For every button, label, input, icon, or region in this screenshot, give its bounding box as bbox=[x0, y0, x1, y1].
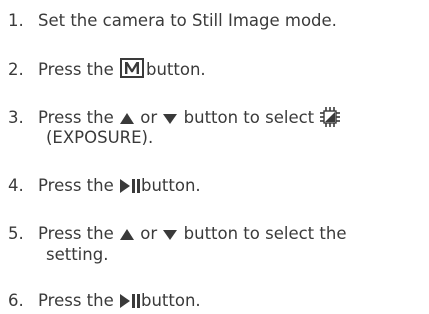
step-number: 5. bbox=[8, 224, 24, 243]
step-number: 1. bbox=[8, 11, 24, 30]
step-3: 3. Press the or button to select (EXPOSUR… bbox=[8, 106, 426, 147]
play-pause-icon bbox=[119, 293, 141, 314]
step-text-line2: (EXPOSURE). bbox=[46, 128, 154, 147]
step-number: 4. bbox=[8, 176, 24, 195]
down-triangle-icon bbox=[162, 226, 178, 247]
down-triangle-icon bbox=[162, 110, 178, 131]
step-text-or: or bbox=[140, 224, 158, 243]
step-number: 2. bbox=[8, 60, 24, 79]
step-text-or: or bbox=[140, 108, 158, 127]
step-4: 4. Press the button. bbox=[8, 175, 426, 199]
step-text-before: Press the bbox=[38, 60, 114, 79]
step-6: 6. Press the button. bbox=[8, 290, 426, 314]
step-5: 5. Press the or button to select the sett… bbox=[8, 223, 426, 264]
step-2: 2. Press the button. bbox=[8, 58, 426, 80]
step-text-before: Press the bbox=[38, 176, 114, 195]
step-text: Set the camera to Still Image mode. bbox=[38, 11, 337, 30]
step-text-line2: setting. bbox=[46, 245, 109, 264]
step-text-select: button to select bbox=[183, 108, 315, 127]
step-text-after: button to select the bbox=[183, 224, 347, 243]
step-number: 6. bbox=[8, 291, 24, 310]
play-pause-icon bbox=[119, 178, 141, 199]
menu-m-icon bbox=[120, 58, 144, 78]
step-text-after: button. bbox=[146, 60, 206, 79]
step-1: 1. Set the camera to Still Image mode. bbox=[8, 10, 426, 31]
step-text-before: Press the bbox=[38, 108, 114, 127]
step-text-before: Press the bbox=[38, 224, 114, 243]
step-text-after: button. bbox=[141, 176, 201, 195]
exposure-icon bbox=[319, 106, 341, 131]
step-text-before: Press the bbox=[38, 291, 114, 310]
step-text-after: button. bbox=[141, 291, 201, 310]
up-triangle-icon bbox=[119, 226, 135, 247]
step-number: 3. bbox=[8, 108, 24, 127]
